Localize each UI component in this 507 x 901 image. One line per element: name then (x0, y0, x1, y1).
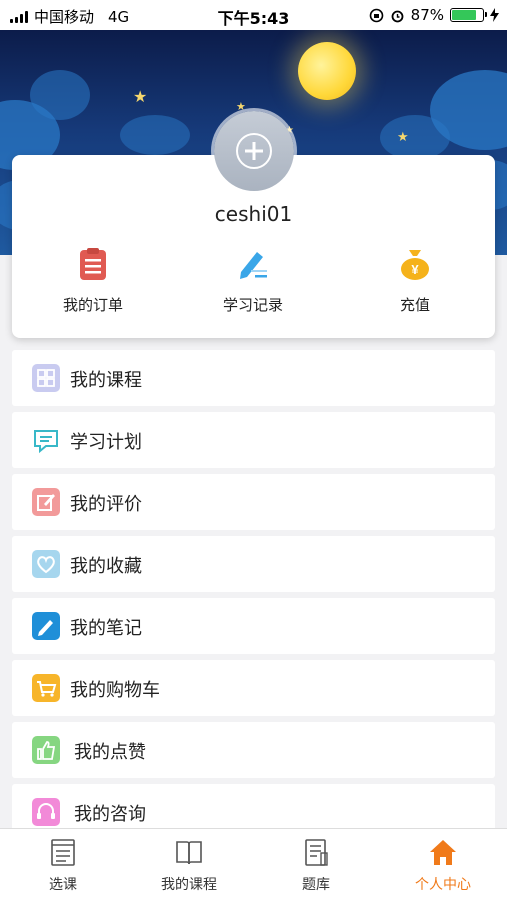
cart-icon (32, 674, 60, 702)
bottom-tab-bar: 选课 我的课程 题库 个人中心 (0, 828, 507, 901)
pen-write-icon (235, 246, 271, 282)
grid-icon (32, 364, 60, 392)
battery-icon (450, 8, 487, 22)
tab-my-courses[interactable]: 我的课程 (126, 837, 252, 894)
heart-icon (32, 550, 60, 578)
tab-question-bank[interactable]: 题库 (253, 837, 379, 894)
menu-item-label: 学习计划 (70, 432, 142, 453)
menu-item-label: 我的收藏 (70, 556, 142, 577)
quick-action-study-record[interactable]: 学习记录 (173, 246, 333, 315)
menu-item-label: 我的评价 (70, 494, 142, 515)
list-icon (48, 837, 78, 867)
add-avatar-icon (236, 133, 272, 169)
status-bar: 中国移动 4G 下午5:43 87% (0, 0, 507, 30)
tab-label: 个人中心 (415, 877, 471, 893)
star-icon: ★ (397, 130, 409, 145)
tab-course-selection[interactable]: 选课 (0, 837, 126, 894)
avatar[interactable] (214, 111, 294, 191)
quick-action-label: 学习记录 (222, 296, 283, 314)
tab-personal-center[interactable]: 个人中心 (380, 837, 506, 894)
menu-item-my-notes[interactable]: 我的笔记 (12, 598, 495, 654)
menu-item-my-likes[interactable]: 我的点赞 (12, 722, 495, 778)
menu-item-my-reviews[interactable]: 我的评价 (12, 474, 495, 530)
money-bag-icon: ¥ (397, 246, 433, 282)
book-icon (174, 837, 204, 867)
pencil-icon (32, 612, 60, 640)
moon-icon (298, 42, 356, 100)
quick-action-label: 我的订单 (62, 296, 123, 314)
clipboard-icon (75, 246, 111, 282)
edit-icon (32, 488, 60, 516)
menu-item-label: 我的咨询 (74, 804, 146, 825)
home-icon (428, 837, 458, 867)
tab-label: 选课 (49, 877, 77, 893)
rotation-lock-icon (369, 8, 383, 22)
menu-item-label: 我的购物车 (70, 680, 160, 701)
profile-menu-list: 我的课程 学习计划 我的评价 我的收藏 我的笔记 我的购物车 我的点赞 我的咨询 (12, 350, 495, 846)
question-bank-icon (301, 837, 331, 867)
tab-label: 我的课程 (161, 877, 217, 893)
svg-text:¥: ¥ (411, 262, 419, 277)
menu-item-label: 我的笔记 (70, 618, 142, 639)
menu-item-study-plan[interactable]: 学习计划 (12, 412, 495, 468)
battery-percent: 87% (410, 6, 444, 24)
menu-item-my-favorites[interactable]: 我的收藏 (12, 536, 495, 592)
menu-item-label: 我的点赞 (74, 742, 146, 763)
chat-bubble-icon (32, 426, 60, 454)
alarm-icon (391, 10, 404, 22)
star-icon: ★ (133, 87, 148, 106)
menu-item-my-courses[interactable]: 我的课程 (12, 350, 495, 406)
quick-action-recharge[interactable]: ¥ 充值 (335, 246, 495, 315)
username: ceshi01 (214, 202, 293, 226)
tab-label: 题库 (302, 877, 330, 893)
charging-bolt-icon (490, 8, 499, 22)
menu-item-shopping-cart[interactable]: 我的购物车 (12, 660, 495, 716)
headset-icon (32, 798, 60, 826)
quick-action-orders[interactable]: 我的订单 (13, 246, 173, 315)
thumbs-up-icon (32, 736, 60, 764)
menu-item-label: 我的课程 (70, 370, 142, 391)
quick-action-label: 充值 (399, 296, 430, 314)
